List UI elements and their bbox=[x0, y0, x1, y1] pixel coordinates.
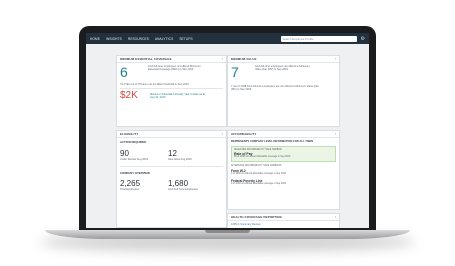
nav-resources[interactable]: RESOURCES bbox=[128, 37, 149, 41]
affordability-card-header: AFFORDABILITY › bbox=[228, 131, 339, 138]
mv-sub-line: 7 out of 1038 ACA full-time employees ar… bbox=[231, 85, 319, 92]
nav-insights[interactable]: INSIGHTS bbox=[106, 37, 122, 41]
gear-icon[interactable]: ⚙ bbox=[361, 36, 365, 42]
eligibility-divider bbox=[120, 166, 223, 167]
health-body: 1095-C Summary Review bbox=[228, 221, 339, 228]
eligibility-title: ELIGIBILITY bbox=[120, 132, 139, 136]
mec-card: MINIMUM ESSENTIAL COVERAGE › 6 ACA full-… bbox=[116, 55, 227, 127]
chevron-right-icon[interactable]: › bbox=[335, 215, 336, 219]
under-review-label: Under Review Aug 2019 bbox=[120, 158, 148, 161]
company-level-banner: REPRESENTS COMPANY LEVEL INFORMATION FOR… bbox=[231, 140, 314, 143]
nav-home[interactable]: HOME bbox=[90, 37, 100, 41]
mec-penalty-link[interactable]: Maximum Potential A Penalty Year to Date… bbox=[150, 93, 206, 100]
new-hires-number: 12 bbox=[168, 149, 177, 158]
top-navbar: HOME INSIGHTS RESOURCES ANALYTICS SETUPS… bbox=[86, 33, 369, 44]
affordability-title: AFFORDABILITY bbox=[231, 132, 257, 136]
mv-description: ACA full-time employees not offered a Mi… bbox=[255, 65, 310, 72]
total-employees-stat: 2,265 Total Employees bbox=[120, 178, 168, 191]
option-fpl-desc: 0 of 1038 not offered affordable coverag… bbox=[231, 182, 286, 185]
eligibility-card-header: ELIGIBILITY › bbox=[117, 131, 226, 138]
aca-fte-stat: 1,680 ACA Full Time Employees bbox=[168, 178, 220, 191]
mec-title: MINIMUM ESSENTIAL COVERAGE bbox=[120, 57, 172, 61]
eligibility-body: ACTION REQUIRED 90 Under Review Aug 2019… bbox=[117, 138, 226, 191]
alternate-safe-harbors-label: ALTERNATE AFFORDABILITY SAFE HARBORS bbox=[231, 164, 282, 167]
mec-card-header: MINIMUM ESSENTIAL COVERAGE › bbox=[117, 56, 226, 63]
affordability-body: REPRESENTS COMPANY LEVEL INFORMATION FOR… bbox=[228, 138, 339, 186]
under-review-number: 90 bbox=[120, 149, 129, 158]
health-coverage-card: HEALTH COVERAGE REPORTING › 1095-C Summa… bbox=[227, 213, 340, 228]
new-hires-stat[interactable]: 12 New Hires Aug 2019 bbox=[168, 149, 218, 162]
safe-harbor-option-w2[interactable]: Form W-2 0 of 1038 not offered affordabl… bbox=[231, 169, 336, 176]
chevron-right-icon[interactable]: › bbox=[222, 57, 223, 61]
selected-safe-harbor-desc: 86 of 1038 not offered affordable covera… bbox=[234, 155, 291, 158]
mv-card-header: MINIMUM VALUE › bbox=[228, 56, 339, 63]
option-w2-desc: 0 of 1038 not offered affordable coverag… bbox=[231, 173, 286, 176]
laptop-notch bbox=[205, 230, 250, 233]
mv-title: MINIMUM VALUE bbox=[231, 57, 257, 61]
under-review-stat[interactable]: 90 Under Review Aug 2019 bbox=[120, 149, 168, 162]
chevron-right-icon[interactable]: › bbox=[335, 132, 336, 136]
app-screen: HOME INSIGHTS RESOURCES ANALYTICS SETUPS… bbox=[86, 33, 369, 228]
mec-big-number: 6 bbox=[120, 64, 128, 80]
mv-body: 7 ACA full-time employees not offered a … bbox=[228, 63, 339, 92]
nav-analytics[interactable]: ANALYTICS bbox=[155, 37, 173, 41]
action-required-label: ACTION REQUIRED bbox=[120, 140, 147, 144]
employee-search-input[interactable]: Search Employee Profile bbox=[280, 35, 357, 42]
selected-safe-harbor-box[interactable]: SELECTED AFFORDABILITY SAFE HARBOR Rate … bbox=[231, 146, 336, 162]
affordability-card: AFFORDABILITY › REPRESENTS COMPANY LEVEL… bbox=[227, 130, 340, 210]
mec-body: 6 ACA full-time employees not offered Mi… bbox=[117, 63, 226, 101]
minimum-value-card: MINIMUM VALUE › 7 ACA full-time employee… bbox=[227, 55, 340, 127]
chevron-right-icon[interactable]: › bbox=[335, 57, 336, 61]
health-title: HEALTH COVERAGE REPORTING bbox=[231, 215, 283, 219]
safe-harbor-option-fpl[interactable]: Federal Poverty Line 0 of 1038 not offer… bbox=[231, 179, 336, 186]
summary-review-link[interactable]: 1095-C Summary Review bbox=[231, 223, 336, 226]
aca-fte-number: 1,680 bbox=[168, 178, 189, 188]
aca-fte-label: ACA Full Time Employees bbox=[168, 187, 198, 191]
mec-sub-line: 73 FTEs out of 79 have met the MEC thres… bbox=[120, 83, 189, 86]
mec-penalty-amount: $2K bbox=[120, 89, 138, 101]
total-employees-label: Total Employees bbox=[120, 187, 140, 191]
mv-big-number: 7 bbox=[231, 64, 239, 80]
company-overview-label: COMPANY OVERVIEW bbox=[120, 170, 150, 175]
chevron-right-icon[interactable]: › bbox=[222, 132, 223, 136]
mec-divider bbox=[120, 88, 223, 89]
new-hires-label: New Hires Aug 2019 bbox=[168, 158, 192, 161]
health-card-header: HEALTH COVERAGE REPORTING › bbox=[228, 214, 339, 221]
nav-setups[interactable]: SETUPS bbox=[179, 37, 192, 41]
total-employees-number: 2,265 bbox=[120, 178, 141, 188]
mec-description: ACA full-time employees not offered Mini… bbox=[148, 65, 201, 72]
eligibility-card: ELIGIBILITY › ACTION REQUIRED 90 Under R… bbox=[116, 130, 227, 228]
